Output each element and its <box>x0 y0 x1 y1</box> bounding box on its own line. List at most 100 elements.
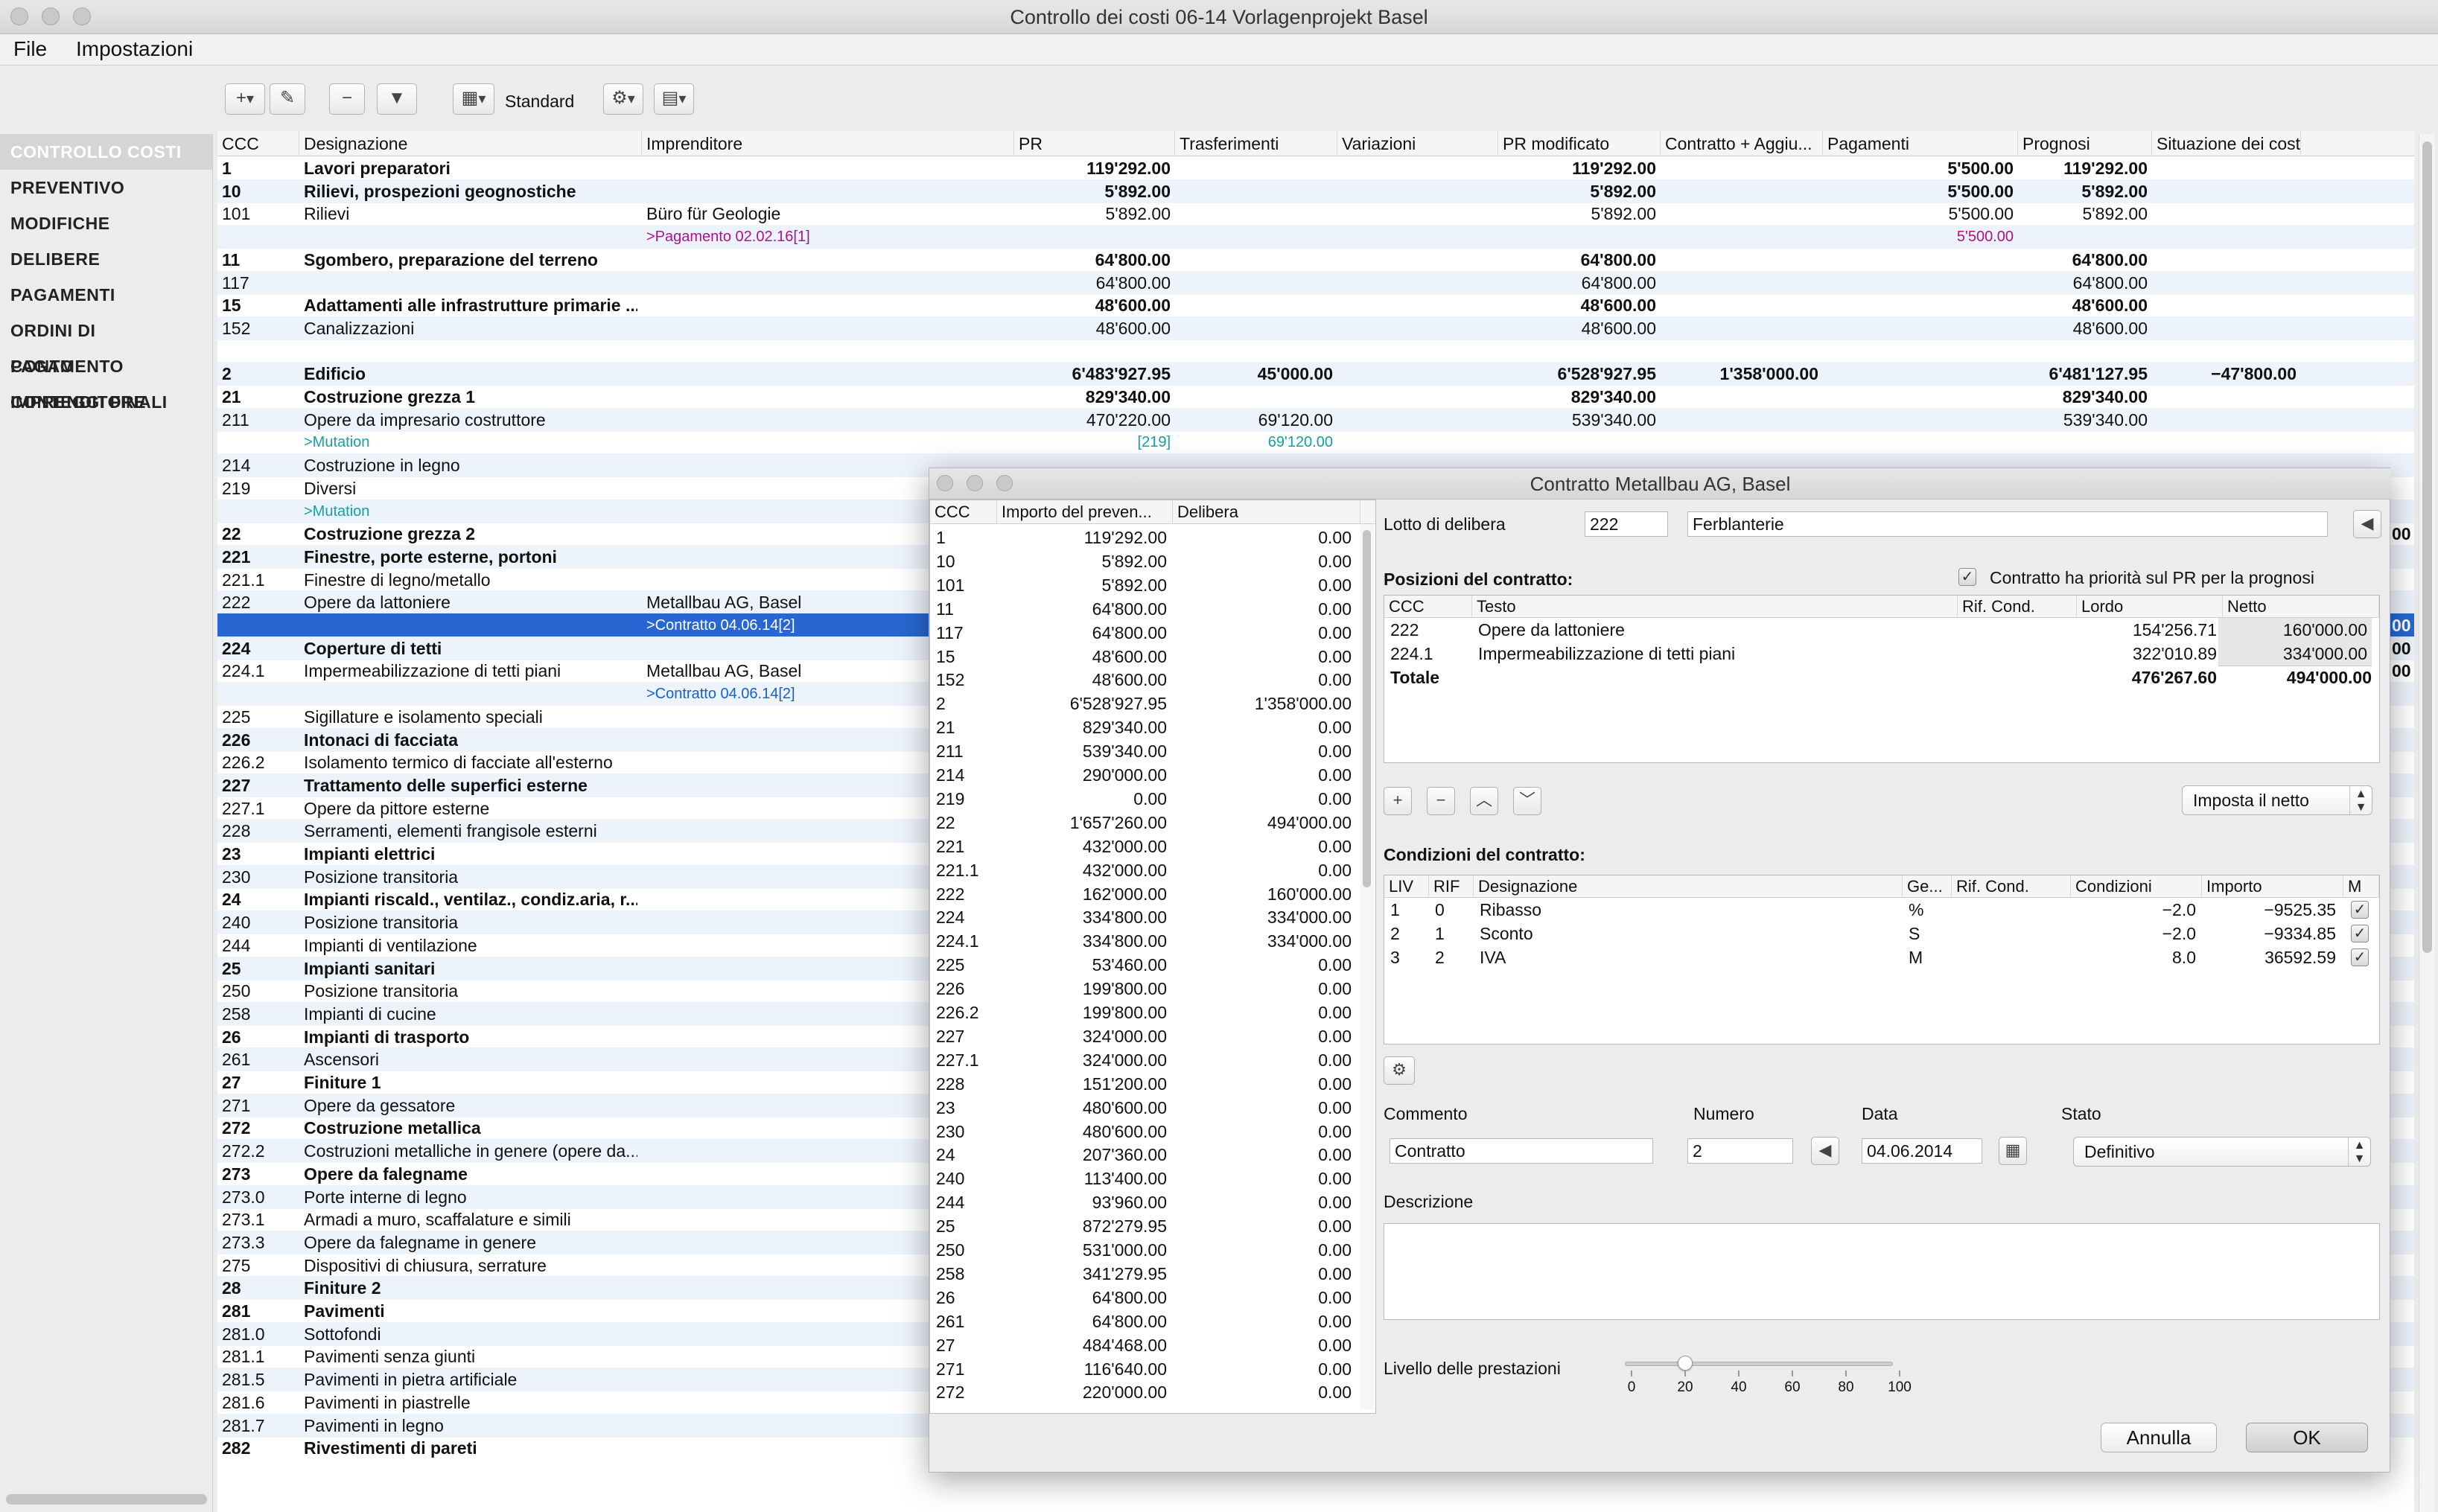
col-importo[interactable]: Importo <box>2202 875 2343 898</box>
budget-row[interactable]: 22 1'657'260.00 494'000.00 <box>930 811 1362 835</box>
budget-row[interactable]: 226.2 199'800.00 0.00 <box>930 1001 1362 1024</box>
col-rif[interactable]: RIF <box>1429 875 1474 898</box>
priority-checkbox[interactable]: ✓ <box>1958 568 1976 586</box>
lotto-picker-button[interactable]: ◀ <box>2353 510 2381 538</box>
budget-row[interactable]: 225 53'460.00 0.00 <box>930 953 1362 977</box>
add-button[interactable]: +▾ <box>225 83 265 115</box>
sidebar-item[interactable]: PAGAMENTI <box>0 277 212 313</box>
budget-row[interactable]: 15 48'600.00 0.00 <box>930 645 1362 669</box>
col-designazione[interactable]: Designazione <box>1474 875 1903 898</box>
sidebar-item[interactable]: CONTEGGI FINALI <box>0 384 212 420</box>
sidebar-item[interactable]: MODIFICHE <box>0 205 212 241</box>
budget-row[interactable]: 211 539'340.00 0.00 <box>930 739 1362 763</box>
col-netto[interactable]: Netto <box>2223 596 2379 618</box>
column-header[interactable]: Trasferimenti <box>1175 131 1337 156</box>
table-row[interactable]: 21 Costruzione grezza 1 829'340.00 829'340.… <box>217 385 2414 409</box>
budget-row[interactable]: 2 6'528'927.95 1'358'000.00 <box>930 692 1362 715</box>
slider-knob[interactable] <box>1678 1356 1693 1371</box>
table-view-button[interactable]: ▦▾ <box>453 83 494 115</box>
table-row[interactable]: >Mutation [219] 69'120.00 <box>217 430 2414 454</box>
number-picker-button[interactable]: ◀ <box>1811 1137 1839 1165</box>
condition-row[interactable]: 3 2 IVA M 8.0 36592.59 ✓ <box>1384 945 2379 969</box>
move-down-button[interactable]: ﹀ <box>1513 787 1541 815</box>
table-row[interactable]: 117 64'800.00 64'800.00 64'800.00 <box>217 270 2414 295</box>
budget-row[interactable]: 214 290'000.00 0.00 <box>930 763 1362 787</box>
export-button[interactable]: ▤▾ <box>654 83 694 115</box>
sidebar-item[interactable]: ORDINI DI PAGAMENTO <box>0 313 212 376</box>
cancel-button[interactable]: Annulla <box>2101 1423 2217 1452</box>
move-up-button[interactable]: ︿ <box>1470 787 1498 815</box>
comment-field[interactable]: Contratto <box>1390 1138 1653 1164</box>
budget-row[interactable]: 117 64'800.00 0.00 <box>930 621 1362 645</box>
column-header[interactable]: Pagamenti <box>1823 131 2018 156</box>
column-header[interactable]: Variazioni <box>1337 131 1498 156</box>
lotto-number-field[interactable]: 222 <box>1585 511 1668 537</box>
sidebar-item[interactable]: PREVENTIVO <box>0 170 212 205</box>
budget-table-scrollbar[interactable] <box>1360 524 1374 1410</box>
conditions-settings-button[interactable]: ⚙ <box>1384 1056 1415 1085</box>
budget-row[interactable]: 221 432'000.00 0.00 <box>930 835 1362 858</box>
col-rif-cond[interactable]: Rif. Cond. <box>1958 596 2077 618</box>
budget-row[interactable]: 10 5'892.00 0.00 <box>930 549 1362 573</box>
performance-level-slider[interactable]: 0 20 40 60 80 100 <box>1625 1354 1912 1399</box>
state-popup[interactable]: Definitivo ▲ ▼ <box>2073 1137 2371 1167</box>
table-row[interactable]: 11 Sgombero, preparazione del terreno 64'8… <box>217 248 2414 272</box>
date-field[interactable]: 04.06.2014 <box>1862 1138 1982 1164</box>
menu-impostazioni[interactable]: Impostazioni <box>76 37 193 61</box>
column-header[interactable]: Situazione dei costi <box>2152 131 2301 156</box>
col-condizioni[interactable]: Condizioni <box>2071 875 2202 898</box>
budget-row[interactable]: 101 5'892.00 0.00 <box>930 573 1362 597</box>
budget-row[interactable]: 226 199'800.00 0.00 <box>930 977 1362 1001</box>
position-cell[interactable]: 160'000.00 <box>2218 618 2372 642</box>
add-position-button[interactable]: + <box>1384 787 1412 815</box>
budget-row[interactable]: 244 93'960.00 0.00 <box>930 1190 1362 1214</box>
condition-m-checkbox[interactable]: ✓ <box>2351 948 2369 966</box>
remove-button[interactable]: − <box>329 83 365 115</box>
col-ccc[interactable]: CCC <box>1384 596 1472 618</box>
sidebar-item[interactable]: CONTROLLO COSTI <box>0 134 212 170</box>
condition-m-checkbox[interactable]: ✓ <box>2351 925 2369 942</box>
column-header[interactable]: PR <box>1014 131 1175 156</box>
number-field[interactable]: 2 <box>1687 1138 1793 1164</box>
condition-m-checkbox[interactable]: ✓ <box>2351 901 2369 919</box>
budget-row[interactable]: 219 0.00 0.00 <box>930 787 1362 811</box>
col-importo[interactable]: Importo del preven... <box>997 500 1173 524</box>
table-row[interactable]: 10 Rilievi, prospezioni geognostiche 5'892… <box>217 179 2414 203</box>
scroll-thumb[interactable] <box>2422 141 2432 953</box>
table-row[interactable]: >Pagamento 02.02.16[1] 5'500.00 <box>217 225 2414 249</box>
budget-row[interactable]: 25 872'279.95 0.00 <box>930 1214 1362 1238</box>
budget-row[interactable]: 261 64'800.00 0.00 <box>930 1310 1362 1333</box>
budget-row[interactable]: 271 116'640.00 0.00 <box>930 1357 1362 1381</box>
budget-row[interactable]: 258 341'279.95 0.00 <box>930 1262 1362 1286</box>
column-header[interactable]: PR modificato <box>1498 131 1661 156</box>
table-row[interactable]: 15 Adattamenti alle infrastrutture primar… <box>217 293 2414 317</box>
condition-row[interactable]: 1 0 Ribasso% −2.0 −9525.35 ✓ <box>1384 898 2379 922</box>
budget-row[interactable]: 23 480'600.00 0.00 <box>930 1096 1362 1120</box>
col-ccc[interactable]: CCC <box>930 500 997 524</box>
main-vertical-scrollbar[interactable] <box>2419 134 2435 1512</box>
col-testo[interactable]: Testo <box>1472 596 1958 618</box>
budget-row[interactable]: 26 64'800.00 0.00 <box>930 1286 1362 1310</box>
col-m[interactable]: M <box>2343 875 2379 898</box>
description-textarea[interactable] <box>1384 1223 2380 1320</box>
budget-row[interactable]: 224 334'800.00 334'000.00 <box>930 905 1362 929</box>
budget-row[interactable]: 224.1 334'800.00 334'000.00 <box>930 929 1362 953</box>
lotto-name-field[interactable]: Ferblanterie <box>1687 511 2328 537</box>
budget-row[interactable]: 27 484'468.00 0.00 <box>930 1333 1362 1357</box>
budget-row[interactable]: 250 531'000.00 0.00 <box>930 1238 1362 1262</box>
column-header[interactable]: Designazione <box>299 131 642 156</box>
budget-row[interactable]: 222 162'000.00 160'000.00 <box>930 882 1362 906</box>
budget-row[interactable]: 1 119'292.00 0.00 <box>930 526 1362 549</box>
position-row[interactable]: 222 Opere da lattoniere 154'256.71 160'000.… <box>1384 618 2379 642</box>
column-header[interactable]: Imprenditore <box>642 131 1014 156</box>
budget-row[interactable]: 228 151'200.00 0.00 <box>930 1072 1362 1096</box>
col-rif-cond[interactable]: Rif. Cond. <box>1952 875 2071 898</box>
position-cell[interactable]: 334'000.00 <box>2218 642 2372 666</box>
col-liv[interactable]: LIV <box>1384 875 1429 898</box>
col-lordo[interactable]: Lordo <box>2077 596 2223 618</box>
budget-row[interactable]: 240 113'400.00 0.00 <box>930 1167 1362 1190</box>
budget-row[interactable]: 21 829'340.00 0.00 <box>930 715 1362 739</box>
table-row[interactable]: 211 Opere da impresario costruttore 470'22… <box>217 407 2414 432</box>
budget-row[interactable]: 221.1 432'000.00 0.00 <box>930 858 1362 882</box>
column-header[interactable]: Prognosi <box>2018 131 2152 156</box>
